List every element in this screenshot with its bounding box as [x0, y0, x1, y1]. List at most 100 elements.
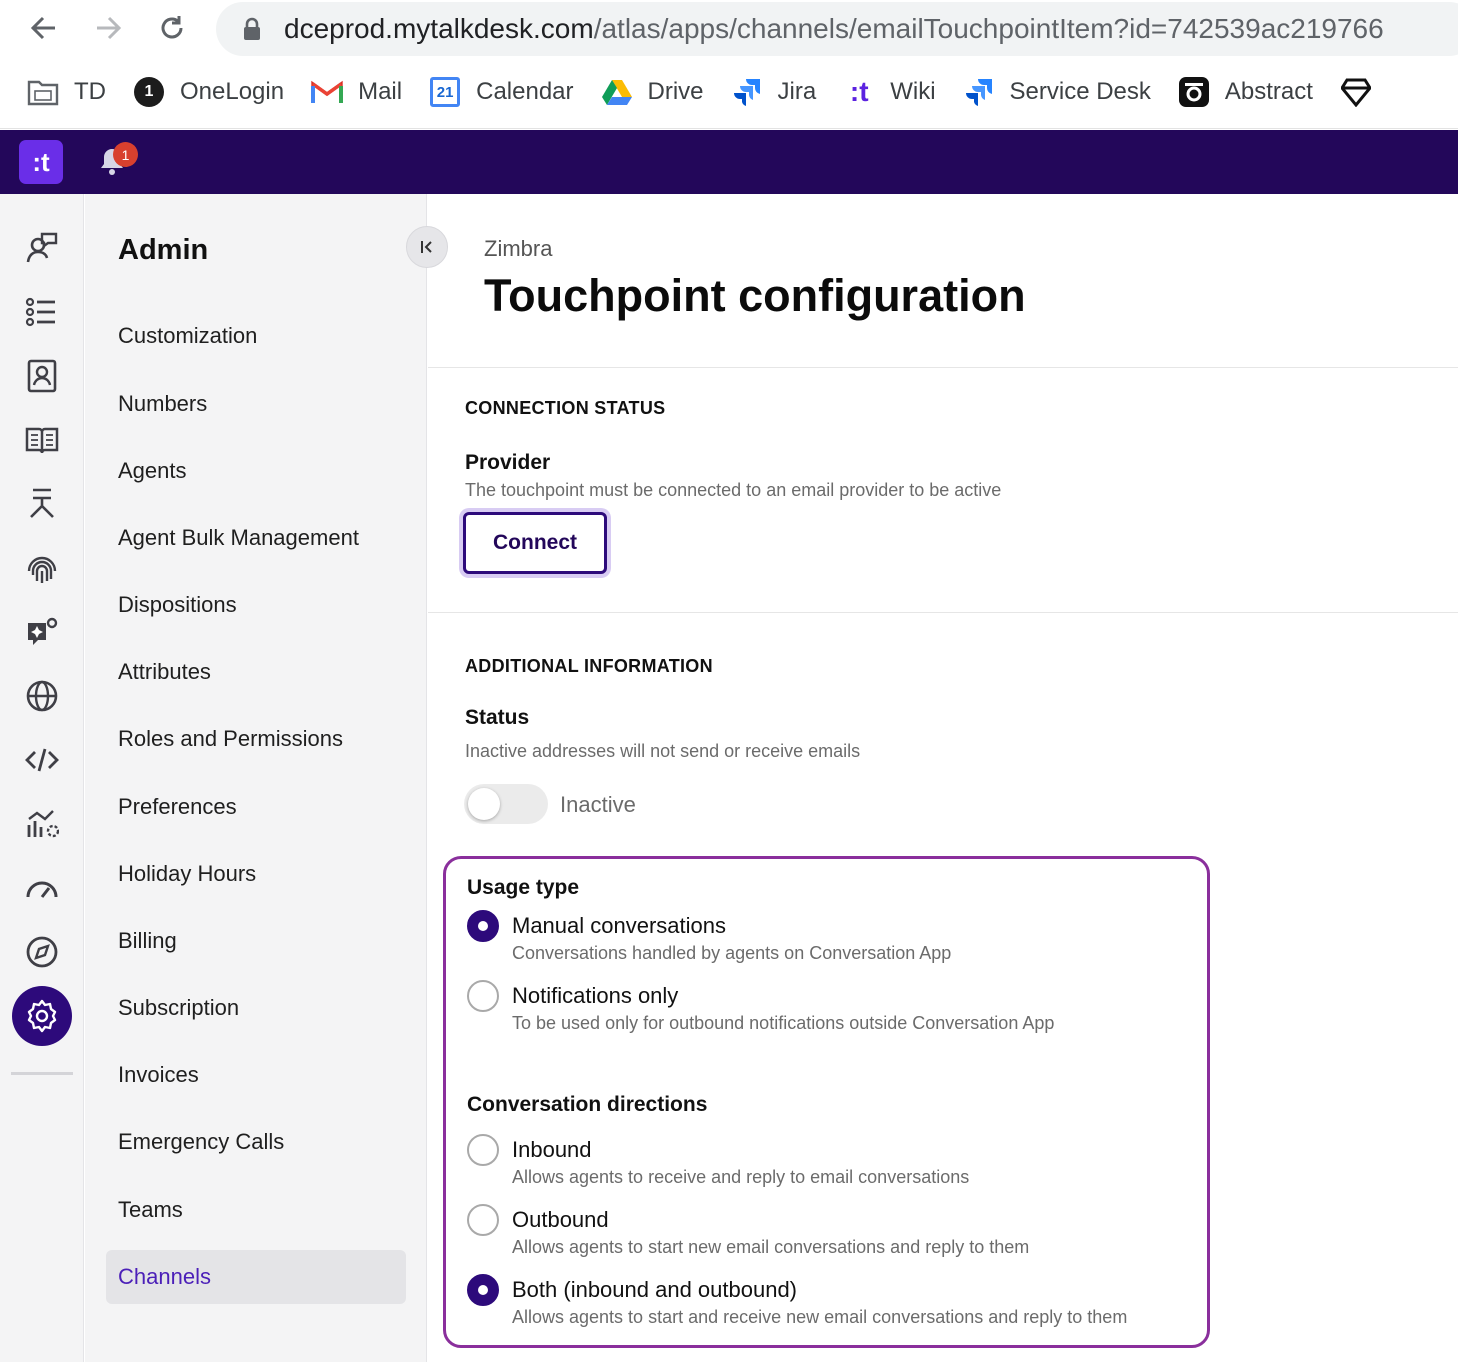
back-button[interactable] [24, 8, 64, 48]
usage-settings-panel: Usage type Manual conversations Conversa… [443, 856, 1210, 1348]
bookmark-drive[interactable]: Drive [600, 75, 704, 109]
sidebar-item-holiday-hours[interactable]: Holiday Hours [106, 847, 406, 901]
talkdesk-icon: :t [849, 76, 869, 107]
connection-status-heading: CONNECTION STATUS [465, 398, 666, 418]
sidebar-item-subscription[interactable]: Subscription [106, 981, 406, 1035]
option-label: Notifications only [512, 983, 679, 1008]
rail-knowledge[interactable] [12, 410, 72, 470]
bookmark-label: TD [74, 78, 106, 105]
status-help: Inactive addresses will not send or rece… [465, 741, 861, 761]
toggle-knob [468, 788, 500, 820]
connect-button[interactable]: Connect [463, 512, 607, 574]
collapse-left-icon [421, 241, 432, 253]
talkdesk-logo[interactable]: :t [19, 140, 63, 184]
rail-identity[interactable] [12, 538, 72, 598]
bookmark-onelogin[interactable]: 1 OneLogin [132, 75, 284, 109]
contact-book-icon [27, 359, 57, 393]
status-toggle-label: Inactive [560, 792, 636, 817]
bookmark-label: Jira [777, 78, 817, 105]
option-label: Inbound [512, 1137, 592, 1162]
sidebar-item-billing[interactable]: Billing [106, 914, 406, 968]
rail-conversations[interactable] [12, 218, 72, 278]
url-host: dceprod.mytalkdesk.com [284, 13, 594, 44]
rail-global[interactable] [12, 666, 72, 726]
rail-analytics[interactable] [12, 794, 72, 854]
onelogin-icon: 1 [132, 75, 166, 109]
drive-icon [600, 75, 634, 109]
bookmark-label: Abstract [1224, 78, 1313, 105]
bookmarks-bar: TD 1 OneLogin Mail 21 Calendar Drive Jir… [0, 66, 1387, 118]
sidebar-item-roles-and-permissions[interactable]: Roles and Permissions [106, 712, 406, 766]
notification-badge: 1 [113, 142, 138, 167]
bookmark-wiki[interactable]: :t Wiki [842, 75, 936, 109]
sidebar-item-agents[interactable]: Agents [106, 444, 406, 498]
conversation-directions-heading: Conversation directions [467, 1093, 708, 1116]
bookmark-jira[interactable]: Jira [730, 75, 817, 109]
folder-icon [26, 75, 60, 109]
jira-icon [962, 75, 996, 109]
sidebar-title: Admin [118, 234, 209, 266]
bookmark-service-desk[interactable]: Service Desk [962, 75, 1151, 109]
browser-toolbar: dceprod.mytalkdesk.com/atlas/apps/channe… [0, 0, 1458, 129]
divider [428, 367, 1458, 368]
radio-outbound[interactable] [467, 1204, 499, 1236]
rail-list[interactable] [12, 282, 72, 342]
sidebar-item-agent-bulk-management[interactable]: Agent Bulk Management [106, 511, 406, 565]
rail-divider [11, 1072, 73, 1075]
option-help: Conversations handled by agents on Conve… [512, 943, 952, 963]
sidebar-item-customization[interactable]: Customization [106, 309, 406, 363]
option-label: Outbound [512, 1207, 609, 1232]
bookmark-label: Service Desk [1009, 78, 1151, 105]
page-title: Touchpoint configuration [484, 270, 1026, 321]
rail-performance[interactable] [12, 858, 72, 918]
calendar-icon: 21 [428, 75, 462, 109]
sidebar-item-invoices[interactable]: Invoices [106, 1048, 406, 1102]
sidebar-item-teams[interactable]: Teams [106, 1183, 406, 1237]
collapse-sidebar-button[interactable] [406, 226, 448, 268]
url-path: /atlas/apps/channels/emailTouchpointItem… [593, 13, 1384, 44]
sidebar-item-channels[interactable]: Channels [106, 1250, 406, 1304]
divider [428, 612, 1458, 613]
sidebar-item-emergency-calls[interactable]: Emergency Calls [106, 1115, 406, 1169]
bookmark-overflow[interactable] [1339, 75, 1387, 109]
bookmark-label: Calendar [476, 78, 574, 105]
reload-button[interactable] [152, 8, 192, 48]
rail-flows[interactable] [12, 474, 72, 534]
breadcrumb[interactable]: Zimbra [484, 236, 552, 262]
bookmark-abstract[interactable]: Abstract [1177, 75, 1313, 109]
arrow-left-icon [30, 16, 55, 40]
sparkle-settings-icon [28, 617, 58, 645]
rail-explore[interactable] [12, 922, 72, 982]
radio-manual-conversations[interactable] [467, 910, 499, 942]
rail-developer[interactable] [12, 730, 72, 790]
usage-type-heading: Usage type [467, 876, 580, 899]
sidebar-item-numbers[interactable]: Numbers [106, 377, 406, 431]
option-help: Allows agents to receive and reply to em… [512, 1167, 970, 1187]
rail-admin[interactable] [12, 986, 72, 1046]
radio-inbound[interactable] [467, 1134, 499, 1166]
speedometer-icon [26, 881, 58, 898]
abstract-icon [1177, 75, 1211, 109]
forward-button[interactable] [88, 8, 128, 48]
lock-icon [244, 17, 260, 40]
main-content: Zimbra Touchpoint configuration CONNECTI… [428, 194, 1458, 1362]
code-icon [25, 748, 59, 772]
app-rail [0, 194, 84, 1362]
numbered-list-icon [25, 297, 55, 327]
bookmark-td[interactable]: TD [26, 75, 106, 109]
rail-ai[interactable] [12, 602, 72, 662]
radio-both-directions[interactable] [467, 1274, 499, 1306]
bookmark-calendar[interactable]: 21 Calendar [428, 75, 574, 109]
sidebar-item-preferences[interactable]: Preferences [106, 780, 406, 834]
radio-notifications-only[interactable] [467, 980, 499, 1012]
sidebar-item-attributes[interactable]: Attributes [106, 645, 406, 699]
address-bar[interactable]: dceprod.mytalkdesk.com/atlas/apps/channe… [216, 2, 1458, 56]
sidebar-item-dispositions[interactable]: Dispositions [106, 578, 406, 632]
app-header: :t [0, 130, 1458, 194]
bookmark-label: Drive [647, 78, 704, 105]
bookmark-mail[interactable]: Mail [310, 75, 402, 109]
status-toggle[interactable] [464, 784, 548, 824]
rail-contacts[interactable] [12, 346, 72, 406]
book-open-icon [25, 427, 59, 454]
provider-help: The touchpoint must be connected to an e… [465, 480, 1002, 500]
